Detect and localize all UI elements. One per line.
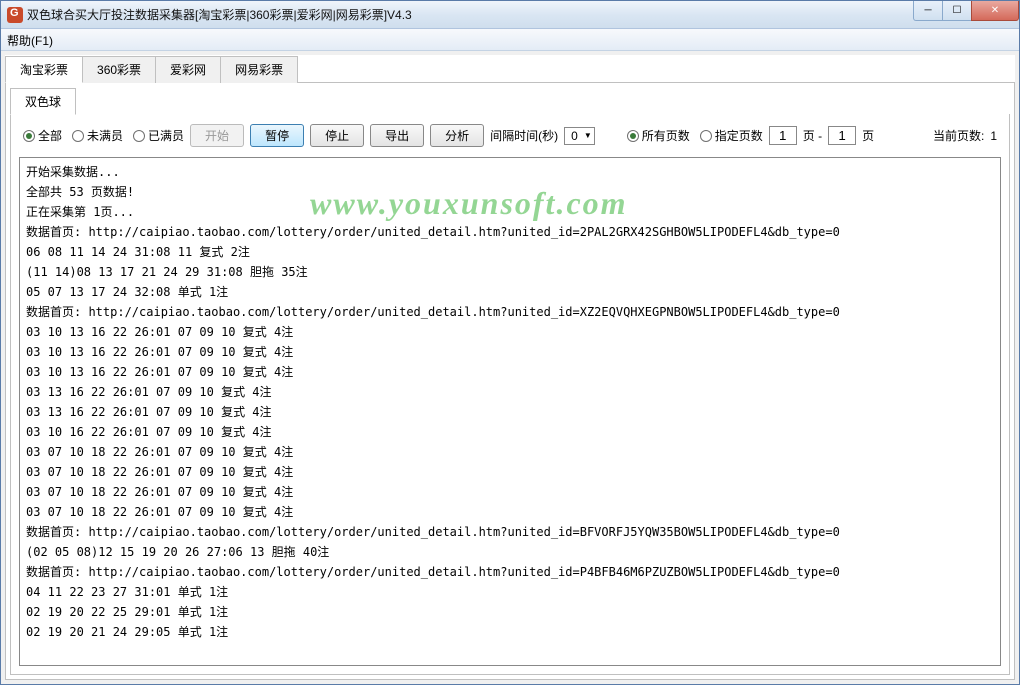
radio-icon	[23, 130, 35, 142]
app-window: 双色球合买大厅投注数据采集器[淘宝彩票|360彩票|爱彩网|网易彩票]V4.3 …	[0, 0, 1020, 685]
pause-button[interactable]: 暂停	[250, 124, 304, 147]
page-radios: 所有页数 指定页数	[627, 127, 763, 144]
radio-label: 全部	[38, 127, 62, 144]
radio-label: 所有页数	[642, 127, 690, 144]
tab-ssq[interactable]: 双色球	[10, 88, 76, 115]
close-button[interactable]: ✕	[971, 1, 1019, 21]
inner-body: 全部 未满员 已满员 开始 暂停 停止 导出	[10, 114, 1010, 675]
radio-label: 指定页数	[715, 127, 763, 144]
filter-radios: 全部 未满员 已满员	[23, 127, 184, 144]
tab-taobao[interactable]: 淘宝彩票	[5, 56, 83, 83]
toolbar: 全部 未满员 已满员 开始 暂停 停止 导出	[19, 122, 1001, 157]
content-area: 淘宝彩票 360彩票 爱彩网 网易彩票 双色球 全部	[1, 51, 1019, 684]
radio-specifypages[interactable]: 指定页数	[700, 127, 763, 144]
maximize-button[interactable]: ☐	[942, 1, 972, 21]
radio-label: 未满员	[87, 127, 123, 144]
radio-all[interactable]: 全部	[23, 127, 62, 144]
tab-netease[interactable]: 网易彩票	[220, 56, 298, 83]
start-button[interactable]: 开始	[190, 124, 244, 147]
window-controls: ─ ☐ ✕	[914, 1, 1019, 21]
interval-value: 0	[571, 129, 578, 143]
page-from-input[interactable]	[769, 126, 797, 145]
lottery-tabs: 双色球	[10, 87, 1010, 114]
current-page-label: 当前页数:	[933, 127, 984, 144]
radio-icon	[700, 130, 712, 142]
titlebar[interactable]: 双色球合买大厅投注数据采集器[淘宝彩票|360彩票|爱彩网|网易彩票]V4.3 …	[1, 1, 1019, 29]
page-to-input[interactable]	[828, 126, 856, 145]
log-output[interactable]: 开始采集数据... 全部共 53 页数据! 正在采集第 1页... 数据首页: …	[19, 157, 1001, 666]
tab-aicai[interactable]: 爱彩网	[155, 56, 221, 83]
radio-icon	[133, 130, 145, 142]
radio-icon	[72, 130, 84, 142]
analyze-button[interactable]: 分析	[430, 124, 484, 147]
tab-360[interactable]: 360彩票	[82, 56, 156, 83]
menu-help[interactable]: 帮助(F1)	[7, 34, 53, 48]
radio-notfull[interactable]: 未满员	[72, 127, 123, 144]
radio-label: 已满员	[148, 127, 184, 144]
current-page-value: 1	[990, 129, 997, 143]
tab-body: 双色球 全部 未满员	[5, 83, 1015, 680]
menubar: 帮助(F1)	[1, 29, 1019, 51]
export-button[interactable]: 导出	[370, 124, 424, 147]
radio-allpages[interactable]: 所有页数	[627, 127, 690, 144]
stop-button[interactable]: 停止	[310, 124, 364, 147]
window-title: 双色球合买大厅投注数据采集器[淘宝彩票|360彩票|爱彩网|网易彩票]V4.3	[27, 6, 914, 23]
source-tabs: 淘宝彩票 360彩票 爱彩网 网易彩票	[5, 55, 1015, 83]
interval-dropdown[interactable]: 0	[564, 127, 595, 145]
app-icon	[7, 7, 23, 23]
page-unit: 页	[862, 127, 874, 144]
interval-label: 间隔时间(秒)	[490, 127, 558, 144]
page-sep: 页 -	[803, 127, 822, 144]
minimize-button[interactable]: ─	[913, 1, 943, 21]
radio-full[interactable]: 已满员	[133, 127, 184, 144]
radio-icon	[627, 130, 639, 142]
